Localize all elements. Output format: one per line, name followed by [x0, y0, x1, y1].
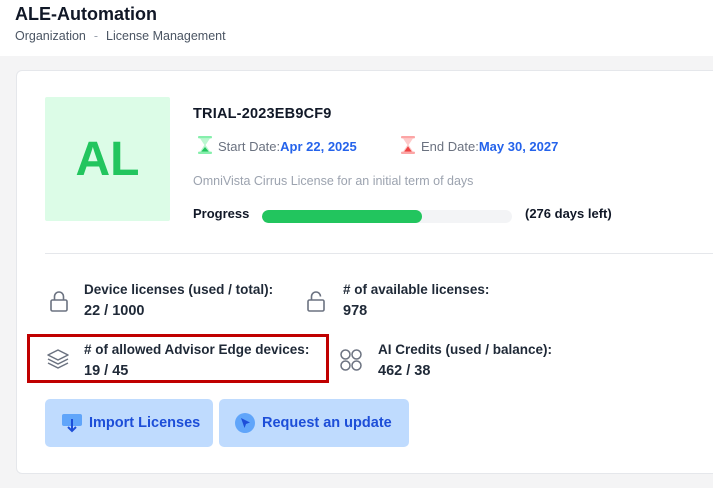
request-update-button[interactable]: Request an update — [219, 399, 409, 447]
progress-bar — [262, 210, 512, 223]
avatar: AL — [45, 97, 170, 221]
start-date-label: Start Date: — [218, 138, 281, 154]
available-licenses-value: 978 — [343, 303, 368, 319]
import-licenses-label: Import Licenses — [89, 415, 201, 431]
end-date-row: End Date: May 30, 2027 — [399, 135, 559, 158]
start-date-row: Start Date: Apr 22, 2025 — [196, 135, 357, 158]
start-date-value: Apr 22, 2025 — [280, 138, 357, 154]
request-update-label: Request an update — [262, 415, 392, 431]
import-licenses-button[interactable]: Import Licenses — [45, 399, 213, 447]
end-date-label: End Date: — [421, 138, 479, 154]
available-licenses-label: # of available licenses: — [343, 282, 490, 297]
progress-label: Progress — [193, 206, 250, 221]
device-licenses-label: Device licenses (used / total): — [84, 282, 274, 297]
page-title: ALE-Automation — [15, 4, 157, 24]
ai-credits-label: AI Credits (used / balance): — [378, 342, 553, 357]
hourglass-start-icon — [196, 135, 214, 158]
page-header: ALE-Automation Organization - License Ma… — [0, 0, 713, 56]
four-circles-icon — [339, 348, 363, 372]
hourglass-end-icon — [399, 135, 417, 158]
license-id: TRIAL-2023EB9CF9 — [193, 106, 332, 122]
days-left: (276 days left) — [525, 206, 612, 221]
lock-open-icon — [304, 289, 328, 313]
highlight-annotation — [27, 334, 329, 383]
divider — [45, 253, 713, 254]
import-icon — [61, 412, 83, 434]
lock-icon — [47, 289, 71, 313]
device-licenses-value: 22 / 1000 — [84, 303, 145, 319]
progress-bar-fill — [262, 210, 422, 223]
breadcrumb-item-organization[interactable]: Organization — [15, 29, 86, 43]
end-date-value: May 30, 2027 — [478, 138, 559, 154]
cursor-icon — [234, 412, 256, 434]
license-description: OmniVista Cirrus License for an initial … — [193, 174, 474, 188]
ai-credits-value: 462 / 38 — [378, 363, 431, 379]
breadcrumb-item-license-management: License Management — [106, 29, 226, 43]
breadcrumb-separator: - — [93, 29, 99, 43]
breadcrumb: Organization - License Management — [15, 29, 226, 43]
